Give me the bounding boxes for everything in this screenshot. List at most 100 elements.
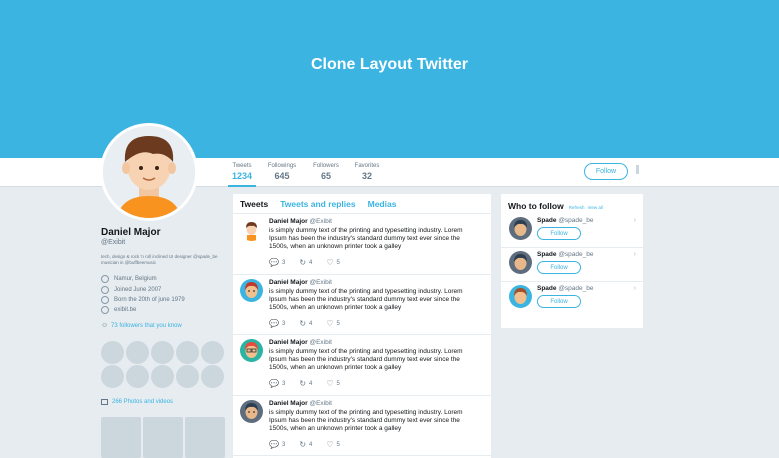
tweet-author[interactable]: Daniel Major @Exibit <box>269 279 332 286</box>
tweet-item: Daniel Major @Exibit is simply dummy tex… <box>233 335 491 396</box>
more-options-icon[interactable] <box>636 165 639 174</box>
retweet-count: 4 <box>309 381 313 387</box>
retweet-count: 4 <box>309 260 313 266</box>
close-icon[interactable]: › <box>634 217 636 224</box>
suggestion-follow-button[interactable]: Follow <box>537 227 581 240</box>
stat-favorites[interactable]: Favorites 32 <box>352 163 382 187</box>
joined-text: Joined June 2007 <box>114 287 162 293</box>
tab-medias[interactable]: Medias <box>368 199 397 209</box>
suggestion-avatar[interactable] <box>509 217 532 240</box>
reply-action[interactable]: 💬 3 <box>269 380 285 388</box>
tweet-avatar[interactable] <box>240 218 263 241</box>
birthday-icon <box>101 296 109 304</box>
who-to-follow-panel: Who to follow Refresh View all Spade @sp… <box>501 194 643 328</box>
avatar-illustration <box>103 126 195 218</box>
retweet-action[interactable]: ↻ 4 <box>299 380 312 388</box>
tweet-author-name: Daniel Major <box>269 278 308 286</box>
follower-avatar[interactable] <box>151 365 174 388</box>
tweet-author-handle: @Exibit <box>309 278 332 286</box>
profile-website[interactable]: exibit.be <box>101 306 136 314</box>
stat-tweets[interactable]: Tweets 1234 <box>228 163 256 187</box>
suggestion-name[interactable]: Spade @spade_be <box>537 285 593 292</box>
suggestion-follow-button[interactable]: Follow <box>537 261 581 274</box>
follower-avatar[interactable] <box>151 341 174 364</box>
retweet-count: 4 <box>309 320 313 327</box>
website-text[interactable]: exibit.be <box>114 307 136 313</box>
retweet-icon: ↻ <box>299 379 307 388</box>
suggestion-item: Spade @spade_be › Follow <box>501 282 643 316</box>
like-count: 5 <box>336 441 340 448</box>
close-icon[interactable]: › <box>634 251 636 258</box>
follower-avatar[interactable] <box>176 365 199 388</box>
suggestion-avatar[interactable] <box>509 285 532 308</box>
profile-joined: Joined June 2007 <box>101 286 161 294</box>
suggestion-name[interactable]: Spade @spade_be <box>537 217 593 224</box>
tab-tweets[interactable]: Tweets <box>240 199 268 209</box>
tweet-avatar[interactable] <box>240 339 263 362</box>
suggestion-avatar[interactable] <box>509 251 532 274</box>
tweet-author[interactable]: Daniel Major @Exibit <box>269 400 332 407</box>
like-action[interactable]: ♡ 5 <box>326 380 340 388</box>
followers-known-text[interactable]: 73 followers that you know <box>111 323 182 329</box>
media-thumbnail[interactable] <box>101 417 141 458</box>
profile-avatar[interactable] <box>100 123 198 221</box>
like-action[interactable]: ♡ 5 <box>326 259 340 267</box>
retweet-icon: ↻ <box>299 258 307 267</box>
media-thumbnail[interactable] <box>143 417 183 458</box>
follower-avatar[interactable] <box>176 341 199 364</box>
stat-label: Favorites <box>354 163 380 169</box>
suggestion-follow-button[interactable]: Follow <box>537 295 581 308</box>
retweet-icon: ↻ <box>299 439 307 449</box>
profile-location: Namur, Belgium <box>101 275 157 283</box>
follower-avatar[interactable] <box>126 365 149 388</box>
like-action[interactable]: ♡ 5 <box>326 319 340 328</box>
tweet-author-handle: @Exibit <box>309 399 332 407</box>
tweet-author-name: Daniel Major <box>269 339 308 346</box>
tweet-author[interactable]: Daniel Major @Exibit <box>269 339 332 346</box>
follower-avatar[interactable] <box>201 365 224 388</box>
suggestion-name[interactable]: Spade @spade_be <box>537 251 593 258</box>
tweet-author[interactable]: Daniel Major @Exibit <box>269 218 332 225</box>
profile-name: Daniel Major <box>101 227 161 238</box>
tweet-author-handle: @Exibit <box>309 339 332 346</box>
retweet-icon: ↻ <box>299 318 307 328</box>
photos-videos-text[interactable]: 266 Photos and videos <box>112 399 173 405</box>
map-pin-icon <box>101 275 109 283</box>
view-all-link[interactable]: View all <box>587 205 602 210</box>
photos-videos-link[interactable]: 266 Photos and videos <box>101 399 173 405</box>
stat-label: Followers <box>313 163 339 169</box>
reply-action[interactable]: 💬 3 <box>269 319 285 328</box>
retweet-action[interactable]: ↻ 4 <box>299 259 312 267</box>
follow-button[interactable]: Follow <box>584 163 628 180</box>
tweet-avatar[interactable] <box>240 278 263 302</box>
close-icon[interactable]: › <box>634 285 636 292</box>
stat-followers[interactable]: Followers 65 <box>310 163 342 187</box>
follower-avatar[interactable] <box>126 341 149 364</box>
stat-value: 65 <box>320 171 331 181</box>
suggestion-item: Spade @spade_be › Follow <box>501 214 643 248</box>
reply-count: 3 <box>281 381 286 387</box>
tweet-text: is simply dummy text of the printing and… <box>269 227 463 250</box>
followers-known-link[interactable]: ☺ 73 followers that you know <box>101 322 182 330</box>
reply-action[interactable]: 💬 3 <box>269 440 285 449</box>
stat-followings[interactable]: Followings 645 <box>266 163 298 187</box>
tweet-text: is simply dummy text of the printing and… <box>269 408 463 432</box>
reply-action[interactable]: 💬 3 <box>269 259 285 267</box>
profile-handle: @Exibit <box>101 239 126 246</box>
tweet-text: is simply dummy text of the printing and… <box>269 348 463 371</box>
follower-avatar[interactable] <box>101 365 124 388</box>
tweet-avatar[interactable] <box>240 399 263 423</box>
retweet-action[interactable]: ↻ 4 <box>299 318 313 328</box>
follower-avatar[interactable] <box>201 341 224 364</box>
media-thumbnail[interactable] <box>185 417 225 458</box>
heart-icon: ♡ <box>326 439 334 449</box>
follower-avatar[interactable] <box>101 341 124 364</box>
refresh-link[interactable]: Refresh <box>569 205 585 210</box>
tweet-actions: 💬 3 ↻ 4 ♡ 5 <box>269 439 354 449</box>
like-action[interactable]: ♡ 5 <box>326 439 340 449</box>
stat-value: 32 <box>361 171 372 181</box>
tab-tweets-and-replies[interactable]: Tweets and replies <box>280 199 355 209</box>
suggestion-item: Spade @spade_be › Follow <box>501 248 643 282</box>
tweet-actions: 💬 3 ↻ 4 ♡ 5 <box>269 380 354 388</box>
retweet-action[interactable]: ↻ 4 <box>299 439 312 449</box>
